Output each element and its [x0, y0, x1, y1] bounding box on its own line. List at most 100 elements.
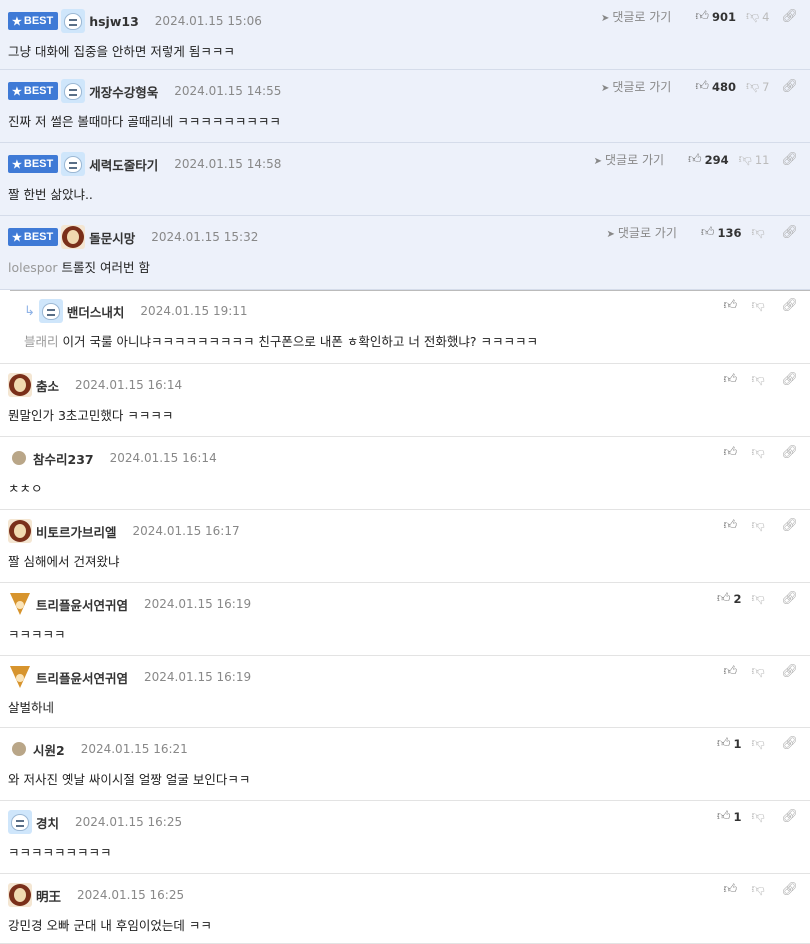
downvote-count: 4	[762, 9, 770, 24]
link-icon[interactable]: 🔗︎	[781, 9, 798, 24]
avatar[interactable]	[61, 79, 86, 103]
upvote-button[interactable]: 👍︎	[723, 298, 741, 313]
downvote-button[interactable]: 👎︎	[751, 736, 769, 751]
comment-date: 2024.01.15 16:21	[80, 742, 188, 756]
comment-header: 비토르가브리엘 2024.01.15 16:17	[8, 519, 240, 543]
thumbs-up-icon: 👍︎	[695, 9, 709, 24]
avatar[interactable]	[8, 592, 32, 616]
avatar[interactable]	[12, 742, 26, 756]
comment-text: 짤 한번 삶았냐..	[8, 184, 93, 203]
link-icon[interactable]: 🔗︎	[781, 79, 798, 94]
downvote-button[interactable]: 👎︎	[751, 664, 769, 679]
upvote-button[interactable]: 👍︎ 294	[688, 152, 729, 167]
comment-text: 강민경 오빠 군대 내 후임이었는데 ㅋㅋ	[8, 915, 212, 934]
comment-header: 明王 2024.01.15 16:25	[8, 883, 185, 907]
downvote-button[interactable]: 👎︎	[751, 445, 769, 460]
nickname[interactable]: 트리플윤서연귀염	[36, 595, 128, 614]
upvote-count: 1	[733, 736, 742, 751]
downvote-button[interactable]: 👎︎ 7	[746, 79, 770, 94]
goto-comment-link[interactable]: ➤ 댓글로 가기	[606, 224, 676, 241]
nickname[interactable]: 경치	[36, 813, 59, 832]
link-icon[interactable]: 🔗︎	[781, 445, 798, 460]
comment-actions: 👍︎ 👎︎ 🔗︎	[713, 664, 798, 679]
downvote-button[interactable]: 👎︎	[751, 882, 769, 897]
comment-date: 2024.01.15 16:19	[144, 597, 252, 611]
avatar[interactable]	[8, 883, 32, 907]
downvote-button[interactable]: 👎︎	[751, 809, 769, 824]
mention-prefix[interactable]: lolespor	[8, 260, 58, 275]
downvote-button[interactable]: 👎︎	[751, 591, 769, 606]
nickname[interactable]: 비토르가브리엘	[36, 522, 117, 541]
link-icon[interactable]: 🔗︎	[781, 882, 798, 897]
link-icon[interactable]: 🔗︎	[781, 809, 798, 824]
nickname[interactable]: 개장수강형욱	[89, 82, 158, 101]
downvote-button[interactable]: 👎︎	[751, 372, 769, 387]
upvote-button[interactable]: 👍︎ 1	[717, 736, 742, 751]
upvote-button[interactable]: 👍︎ 901	[695, 9, 736, 24]
upvote-button[interactable]: 👍︎	[723, 664, 741, 679]
avatar[interactable]	[61, 9, 86, 33]
nickname[interactable]: 세력도줄타기	[89, 155, 158, 174]
avatar[interactable]	[61, 152, 86, 176]
comment: 시원2 2024.01.15 16:21 👍︎ 1 👎︎ 🔗︎ 와 저사진 옛날 싸이시절 …	[0, 728, 810, 801]
nickname[interactable]: 돌문시망	[89, 228, 135, 247]
upvote-button[interactable]: 👍︎ 1	[717, 809, 742, 824]
nickname[interactable]: hsjw13	[89, 14, 139, 29]
avatar[interactable]	[8, 665, 32, 689]
comment-date: 2024.01.15 16:25	[77, 888, 185, 902]
link-icon[interactable]: 🔗︎	[781, 225, 798, 240]
nickname[interactable]: 明王	[36, 886, 61, 905]
nickname[interactable]: 밴더스내치	[67, 302, 125, 321]
downvote-button[interactable]: 👎︎	[751, 225, 769, 240]
goto-arrow-icon: ➤	[593, 156, 603, 167]
link-icon[interactable]: 🔗︎	[781, 591, 798, 606]
downvote-button[interactable]: 👎︎ 11	[739, 152, 770, 167]
link-icon[interactable]: 🔗︎	[781, 298, 798, 313]
nickname[interactable]: 시원2	[33, 740, 65, 759]
goto-comment-link[interactable]: ➤ 댓글로 가기	[601, 78, 671, 95]
best-badge-label: BEST	[23, 158, 54, 170]
thumbs-down-icon: 👎︎	[751, 225, 765, 240]
upvote-button[interactable]: 👍︎ 136	[701, 225, 742, 240]
avatar[interactable]	[8, 373, 32, 397]
nickname[interactable]: 트리플윤서연귀염	[36, 668, 128, 687]
link-icon[interactable]: 🔗︎	[781, 518, 798, 533]
comment-body: 트롤짓 여러번 함	[61, 260, 150, 275]
link-icon[interactable]: 🔗︎	[781, 152, 798, 167]
upvote-button[interactable]: 👍︎	[723, 445, 741, 460]
thumbs-up-icon: 👍︎	[695, 79, 709, 94]
star-icon: ★	[12, 158, 22, 171]
avatar[interactable]	[8, 519, 32, 543]
comment-body: 와 저사진 옛날 싸이시절 얼짱 얼굴 보인다ㅋㅋ	[8, 772, 251, 787]
goto-comment-link[interactable]: ➤ 댓글로 가기	[601, 8, 671, 25]
star-icon: ★	[12, 15, 22, 28]
comment: 비토르가브리엘 2024.01.15 16:17 👍︎ 👎︎ 🔗︎ 짤 심해에서 건져왔냐	[0, 510, 810, 583]
upvote-button[interactable]: 👍︎ 480	[695, 79, 736, 94]
link-icon[interactable]: 🔗︎	[781, 372, 798, 387]
thumbs-up-icon: 👍︎	[723, 664, 738, 679]
comment: 참수리237 2024.01.15 16:14 👍︎ 👎︎ 🔗︎ ㅊㅊㅇ	[0, 437, 810, 510]
downvote-button[interactable]: 👎︎	[751, 518, 769, 533]
downvote-button[interactable]: 👎︎ 4	[746, 9, 770, 24]
link-icon[interactable]: 🔗︎	[781, 664, 798, 679]
best-badge-label: BEST	[23, 231, 54, 243]
mention-prefix[interactable]: 블래리	[24, 334, 59, 349]
goto-comment-link[interactable]: ➤ 댓글로 가기	[594, 151, 664, 168]
avatar[interactable]	[8, 810, 32, 834]
avatar[interactable]	[38, 299, 63, 323]
downvote-count: 11	[754, 152, 770, 167]
upvote-button[interactable]: 👍︎	[723, 518, 741, 533]
upvote-button[interactable]: 👍︎	[723, 372, 741, 387]
avatar[interactable]	[12, 451, 26, 465]
link-icon[interactable]: 🔗︎	[781, 736, 798, 751]
upvote-button[interactable]: 👍︎ 2	[717, 591, 742, 606]
upvote-button[interactable]: 👍︎	[723, 882, 741, 897]
comment-header: ★ BEST hsjw13 2024.01.15 15:06	[8, 9, 262, 33]
avatar[interactable]	[61, 225, 86, 249]
comment-header: 참수리237 2024.01.15 16:14	[8, 447, 217, 469]
thumbs-up-icon: 👍︎	[688, 152, 702, 167]
nickname[interactable]: 참수리237	[33, 449, 94, 468]
downvote-button[interactable]: 👎︎	[751, 298, 769, 313]
nickname[interactable]: 춤소	[36, 376, 59, 395]
thumbs-down-icon: 👎︎	[751, 664, 765, 679]
